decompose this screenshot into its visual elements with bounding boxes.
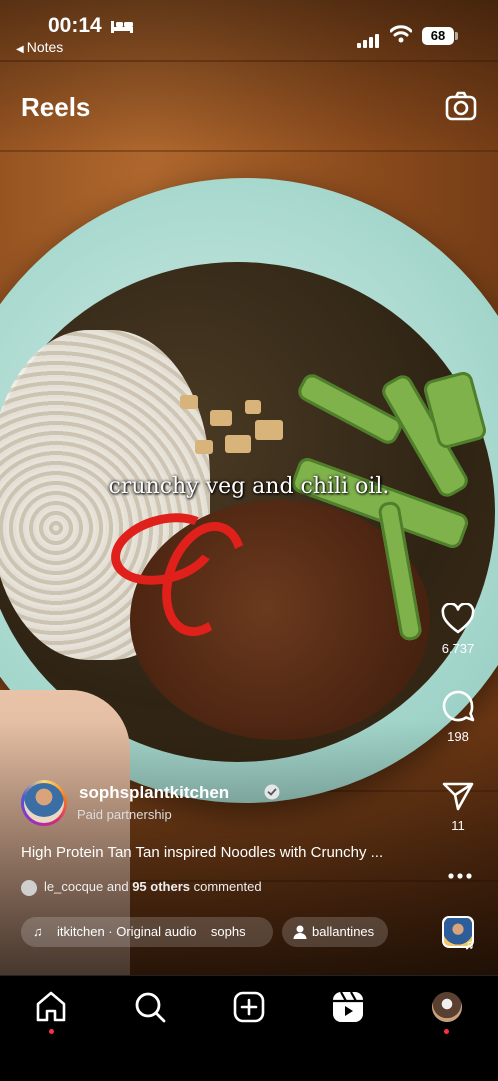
reels-icon[interactable] <box>331 990 365 1024</box>
profile-avatar[interactable] <box>432 992 462 1022</box>
verified-badge-icon <box>264 784 280 800</box>
camera-icon[interactable] <box>445 90 477 122</box>
search-icon[interactable] <box>133 990 167 1024</box>
music-note-icon: ♫ <box>33 924 43 939</box>
commented-count: 95 others <box>132 879 191 894</box>
tagged-user-pill[interactable]: ballantines <box>282 917 388 947</box>
audio-note-icon: ♫ <box>464 936 475 952</box>
peanut <box>245 400 261 414</box>
heart-icon <box>441 603 475 634</box>
wood-grain <box>0 150 498 152</box>
post-description[interactable]: High Protein Tan Tan inspired Noodles wi… <box>21 844 421 861</box>
peanut <box>225 435 251 453</box>
audio-label: itkitchen · Original audio sophs <box>57 924 246 939</box>
back-arrow-icon: ◀ <box>16 44 24 55</box>
commenter-avatar <box>21 879 37 896</box>
author-username[interactable]: sophsplantkitchen <box>79 783 229 803</box>
profile-notification-dot <box>444 1029 449 1034</box>
status-bar: 00:14 ◀ Notes 68 <box>0 0 498 60</box>
more-options-icon[interactable] <box>447 870 473 882</box>
share-button[interactable]: 11 <box>436 780 480 833</box>
peanut <box>255 420 283 440</box>
commented-summary[interactable]: le_cocque and 95 others commented <box>21 879 262 896</box>
share-count: 11 <box>451 818 465 833</box>
create-icon[interactable] <box>232 990 266 1024</box>
paid-partnership-label[interactable]: Paid partnership <box>77 807 172 822</box>
page-title: Reels <box>21 92 91 122</box>
sleep-focus-icon <box>111 21 133 33</box>
battery-level: 68 <box>422 27 454 45</box>
person-icon <box>293 925 307 939</box>
peanut <box>195 440 213 454</box>
comment-count: 198 <box>447 729 469 744</box>
author-avatar[interactable] <box>21 780 67 826</box>
peanut <box>180 395 198 409</box>
commented-joiner: and <box>103 879 133 894</box>
tagged-user-label: ballantines <box>312 924 375 939</box>
commenter-name: le_cocque <box>44 879 104 894</box>
peanut <box>210 410 232 426</box>
home-notification-dot <box>49 1029 54 1034</box>
wifi-icon <box>390 25 412 43</box>
send-icon <box>442 782 474 811</box>
like-button[interactable]: 6.737 <box>436 603 480 656</box>
comment-button[interactable]: 198 <box>436 689 480 744</box>
battery-tip <box>455 32 458 40</box>
author-row: sophsplantkitchen Paid partnership <box>21 780 361 828</box>
original-audio-pill[interactable]: ♫ itkitchen · Original audio sophs <box>21 917 273 947</box>
like-count: 6.737 <box>441 641 475 656</box>
cellular-signal-icon <box>357 30 381 48</box>
comment-icon <box>442 690 475 722</box>
home-icon[interactable] <box>34 990 68 1024</box>
reel-video[interactable]: crunchy veg and chili oil. <box>0 0 498 975</box>
bottom-nav <box>0 975 498 1081</box>
video-caption-overlay: crunchy veg and chili oil. <box>108 474 390 499</box>
status-time: 00:14 <box>48 14 102 37</box>
back-label: Notes <box>26 39 64 55</box>
commented-suffix: commented <box>190 879 262 894</box>
back-to-notes[interactable]: ◀ Notes <box>16 39 63 55</box>
